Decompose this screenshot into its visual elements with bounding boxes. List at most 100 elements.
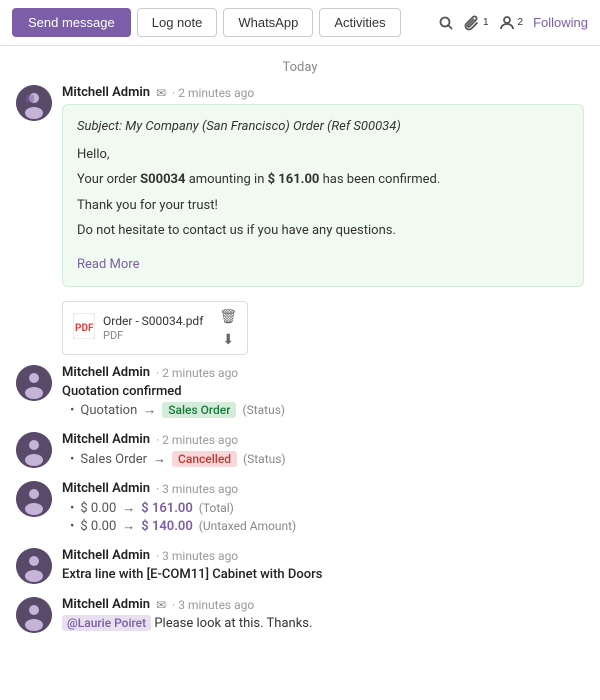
svg-text:PDF: PDF [75, 323, 94, 334]
following-button[interactable]: Following [533, 15, 588, 30]
author-name: Mitchell Admin [62, 85, 150, 100]
message-header: Mitchell Admin ✉ · 2 minutes ago [62, 85, 584, 100]
attachment-delete-button[interactable]: 🗑 [219, 308, 237, 325]
attachment-actions: 🗑 ⬇ [219, 308, 237, 348]
mention-line: @Laurie Poiret Please look at this. Than… [62, 616, 584, 631]
toolbar: Send message Log note WhatsApp Activitie… [0, 0, 600, 46]
change-field: (Total) [199, 501, 234, 515]
log-body: Mitchell Admin · 2 minutes ago Quotation… [62, 365, 584, 420]
body-end: has been confirmed. [319, 172, 440, 187]
log-change: $ 0.00 → $ 161.00 (Total) [70, 500, 584, 516]
email-subject: Subject: My Company (San Francisco) Orde… [77, 117, 569, 137]
attachment-row: PDF Order - S00034.pdf PDF 🗑 ⬇ [62, 301, 584, 355]
log-header: Mitchell Admin · 2 minutes ago [62, 365, 584, 380]
attachments-button[interactable]: 1 [464, 15, 489, 31]
avatar [16, 597, 52, 633]
chatter: Today Mitchell Admin ✉ · 2 minutes ago S… [0, 46, 600, 661]
order-ref: S00034 [140, 172, 185, 187]
paperclip-icon [464, 15, 480, 31]
followers-button[interactable]: 2 [499, 15, 524, 31]
log-change: Sales Order → Cancelled (Status) [70, 451, 584, 467]
attachment: PDF Order - S00034.pdf PDF 🗑 ⬇ [62, 301, 248, 355]
avatar [16, 365, 52, 401]
time-ago: · 2 minutes ago [156, 366, 238, 380]
change-to: $ 140.00 [141, 519, 193, 534]
log-entry: Mitchell Admin ✉ · 3 minutes ago @Laurie… [16, 597, 584, 633]
attachment-download-button[interactable]: ⬇ [219, 331, 237, 348]
change-field: (Status) [243, 452, 286, 466]
change-to: Sales Order [162, 402, 236, 418]
body-pre: Your order [77, 172, 140, 187]
arrow-icon: → [143, 402, 156, 418]
attachments-badge: 1 [483, 17, 489, 28]
time-ago: · 2 minutes ago [156, 433, 238, 447]
body-mid: amounting in [185, 172, 267, 187]
change-from: Sales Order [80, 452, 147, 467]
log-entry: Mitchell Admin · 3 minutes ago Extra lin… [16, 548, 584, 585]
change-from: $ 0.00 [80, 501, 116, 516]
avatar [16, 481, 52, 517]
pdf-icon: PDF [73, 313, 95, 344]
search-icon [438, 15, 454, 31]
time-ago: · 3 minutes ago [156, 549, 238, 563]
change-field: (Status) [242, 403, 285, 417]
mention-tag: @Laurie Poiret [62, 615, 151, 631]
log-body: Mitchell Admin ✉ · 3 minutes ago @Laurie… [62, 597, 584, 633]
log-change: $ 0.00 → $ 140.00 (Untaxed Amount) [70, 518, 584, 534]
message-body: Mitchell Admin ✉ · 2 minutes ago Subject… [62, 85, 584, 287]
email-greeting: Hello, [77, 145, 569, 165]
followers-badge: 2 [518, 17, 524, 28]
log-header: Mitchell Admin · 2 minutes ago [62, 432, 584, 447]
log-header: Mitchell Admin · 3 minutes ago [62, 548, 584, 563]
attachment-name: Order - S00034.pdf [103, 314, 203, 328]
log-change: Quotation → Sales Order (Status) [70, 402, 584, 418]
attachment-type: PDF [103, 329, 203, 342]
send-message-button[interactable]: Send message [12, 8, 131, 37]
search-button[interactable] [438, 15, 454, 31]
activities-button[interactable]: Activities [319, 8, 400, 37]
change-from: $ 0.00 [80, 519, 116, 534]
avatar [16, 85, 52, 121]
time-ago: · 3 minutes ago [156, 482, 238, 496]
log-title: Quotation confirmed [62, 384, 584, 399]
author-name: Mitchell Admin [62, 597, 150, 612]
read-more-link[interactable]: Read More [77, 255, 139, 275]
order-amount: $ 161.00 [268, 172, 320, 187]
mention-text: Please look at this. Thanks. [154, 616, 312, 631]
log-entry: Mitchell Admin · 2 minutes ago Quotation… [16, 365, 584, 420]
email-message: Mitchell Admin ✉ · 2 minutes ago Subject… [16, 85, 584, 287]
email-body-line1: Your order S00034 amounting in $ 161.00 … [77, 170, 569, 190]
time-ago: · 3 minutes ago [172, 598, 254, 612]
arrow-icon: → [122, 500, 135, 516]
log-entry: Mitchell Admin · 2 minutes ago Sales Ord… [16, 432, 584, 469]
arrow-icon: → [153, 451, 166, 467]
log-note-button[interactable]: Log note [137, 8, 218, 37]
change-field: (Untaxed Amount) [199, 519, 296, 533]
log-body: Mitchell Admin · 3 minutes ago $ 0.00 → … [62, 481, 584, 536]
email-icon: ✉ [156, 86, 166, 100]
arrow-icon: → [122, 518, 135, 534]
toolbar-icons: 1 2 Following [438, 15, 588, 31]
person-icon [499, 15, 515, 31]
email-body-line3: Do not hesitate to contact us if you hav… [77, 221, 569, 241]
whatsapp-button[interactable]: WhatsApp [223, 8, 313, 37]
email-body-line2: Thank you for your trust! [77, 196, 569, 216]
log-body: Mitchell Admin · 3 minutes ago Extra lin… [62, 548, 584, 585]
change-to: Cancelled [172, 451, 237, 467]
change-to: $ 161.00 [141, 501, 193, 516]
email-icon: ✉ [156, 598, 166, 612]
author-name: Mitchell Admin [62, 432, 150, 447]
author-name: Mitchell Admin [62, 481, 150, 496]
author-name: Mitchell Admin [62, 548, 150, 563]
attachment-info: Order - S00034.pdf PDF [103, 314, 203, 342]
log-entry: Mitchell Admin · 3 minutes ago $ 0.00 → … [16, 481, 584, 536]
avatar [16, 432, 52, 468]
author-name: Mitchell Admin [62, 365, 150, 380]
email-body: Subject: My Company (San Francisco) Orde… [62, 104, 584, 287]
change-from: Quotation [80, 403, 137, 418]
date-separator: Today [16, 46, 584, 85]
time-ago: · 2 minutes ago [172, 86, 254, 100]
avatar [16, 548, 52, 584]
log-header: Mitchell Admin ✉ · 3 minutes ago [62, 597, 584, 612]
log-title: Extra line with [E-COM11] Cabinet with D… [62, 567, 584, 582]
